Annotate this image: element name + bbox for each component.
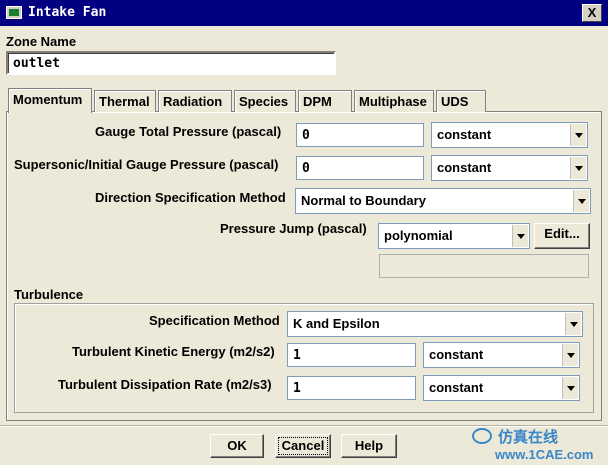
tab-momentum[interactable]: Momentum	[8, 88, 92, 113]
gauge-total-pressure-method-value: constant	[437, 127, 492, 142]
tdr-input[interactable]: 1	[287, 376, 416, 400]
ok-button[interactable]: OK	[210, 434, 264, 458]
supersonic-pressure-method-value: constant	[437, 160, 492, 175]
direction-method-label: Direction Specification Method	[95, 190, 286, 205]
cancel-button[interactable]: Cancel	[275, 434, 331, 458]
close-button[interactable]: X	[582, 4, 602, 22]
pressure-jump-profile-field	[379, 254, 589, 278]
tdr-method-value: constant	[429, 380, 484, 395]
chevron-down-icon[interactable]	[573, 190, 589, 212]
tke-input[interactable]: 1	[287, 343, 416, 367]
chevron-down-icon[interactable]	[570, 124, 586, 146]
gauge-total-pressure-input[interactable]: 0	[296, 123, 424, 147]
supersonic-pressure-label: Supersonic/Initial Gauge Pressure (pasca…	[14, 157, 279, 172]
gauge-total-pressure-label: Gauge Total Pressure (pascal)	[95, 124, 282, 139]
tke-method-value: constant	[429, 347, 484, 362]
gauge-total-pressure-method-select[interactable]: constant	[431, 122, 588, 148]
pressure-jump-method-select[interactable]: polynomial	[378, 223, 530, 249]
window-title: Intake Fan	[28, 5, 107, 20]
supersonic-pressure-input[interactable]: 0	[296, 156, 424, 180]
tdr-method-select[interactable]: constant	[423, 375, 580, 401]
tke-label: Turbulent Kinetic Energy (m2/s2)	[72, 344, 275, 359]
direction-method-select[interactable]: Normal to Boundary	[295, 188, 591, 214]
chevron-down-icon[interactable]	[565, 313, 581, 335]
help-button[interactable]: Help	[341, 434, 397, 458]
tdr-label: Turbulent Dissipation Rate (m2/s3)	[58, 377, 272, 392]
title-bar: Intake Fan X	[0, 0, 608, 26]
pressure-jump-edit-button[interactable]: Edit...	[534, 223, 590, 249]
pressure-jump-label: Pressure Jump (pascal)	[220, 221, 367, 236]
zone-name-input[interactable]: outlet	[6, 51, 336, 75]
chevron-down-icon[interactable]	[570, 157, 586, 179]
turbulence-heading: Turbulence	[14, 287, 84, 302]
chevron-down-icon[interactable]	[562, 377, 578, 399]
spec-method-select[interactable]: K and Epsilon	[287, 311, 583, 337]
spec-method-label: Specification Method	[149, 313, 280, 328]
tke-method-select[interactable]: constant	[423, 342, 580, 368]
tab-dpm[interactable]: DPM	[298, 90, 352, 112]
tab-thermal[interactable]: Thermal	[94, 90, 156, 112]
pressure-jump-method-value: polynomial	[384, 228, 453, 243]
tab-multiphase[interactable]: Multiphase	[354, 90, 434, 112]
chevron-down-icon[interactable]	[512, 225, 528, 247]
wechat-icon	[472, 428, 492, 444]
zone-name-label: Zone Name	[6, 34, 77, 49]
watermark-text: 仿真在线	[498, 429, 559, 446]
tab-radiation[interactable]: Radiation	[158, 90, 232, 112]
supersonic-pressure-method-select[interactable]: constant	[431, 155, 588, 181]
direction-method-value: Normal to Boundary	[301, 193, 426, 208]
tab-uds[interactable]: UDS	[436, 90, 486, 112]
app-icon	[6, 6, 22, 19]
tab-species[interactable]: Species	[234, 90, 296, 112]
spec-method-value: K and Epsilon	[293, 316, 380, 331]
chevron-down-icon[interactable]	[562, 344, 578, 366]
watermark-url: www.1CAE.com	[495, 447, 594, 462]
